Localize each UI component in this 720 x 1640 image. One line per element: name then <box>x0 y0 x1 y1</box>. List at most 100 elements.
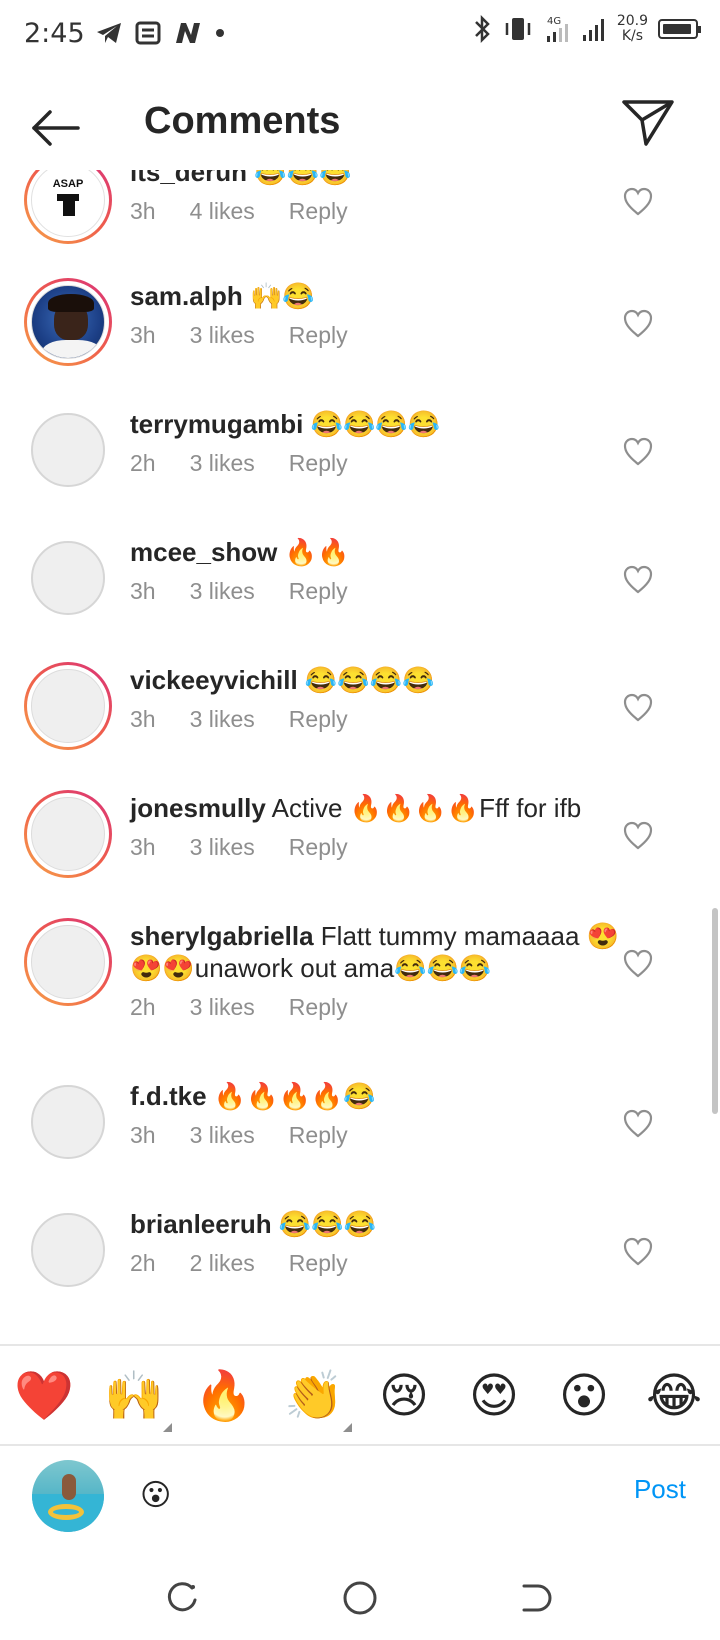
emoji-quick-bar: ❤️ 🙌 🔥 👏 😢 😍 😮 😂 <box>0 1346 720 1442</box>
scrollbar[interactable] <box>712 908 718 1114</box>
comment-text: f.d.tke 🔥🔥🔥🔥😂 <box>130 1080 630 1112</box>
comment-username[interactable]: terrymugambi <box>130 409 303 439</box>
status-system-icons: 4G 20.9 K/s <box>471 13 701 44</box>
like-heart-icon[interactable] <box>622 186 654 218</box>
comment-message: 😂😂😂😂 <box>310 409 441 439</box>
emoji-surprised-button[interactable]: 😮 <box>554 1366 614 1426</box>
status-time: 2:45 <box>24 17 85 49</box>
default-avatar <box>31 1213 105 1287</box>
avatar[interactable] <box>24 918 112 1006</box>
comments-list[interactable]: ASAP its_derun 😂😂😂 3h 4 likes Reply sam.al… <box>0 170 720 1342</box>
comment-time: 3h <box>130 322 156 348</box>
reply-button[interactable]: Reply <box>289 450 348 477</box>
divider <box>0 1444 720 1446</box>
avatar[interactable] <box>24 534 112 622</box>
avatar[interactable] <box>24 406 112 494</box>
comment-text: mcee_show 🔥🔥 <box>130 536 630 568</box>
comment-likes[interactable]: 4 likes <box>190 198 255 225</box>
like-heart-icon[interactable] <box>622 436 654 468</box>
profile-photo-avatar <box>31 285 105 359</box>
like-heart-icon[interactable] <box>622 308 654 340</box>
comment-likes[interactable]: 3 likes <box>190 706 255 733</box>
reply-button[interactable]: Reply <box>289 994 348 1021</box>
net-speed-value: 20.9 <box>616 13 648 29</box>
avatar[interactable] <box>24 1206 112 1294</box>
home-circle-icon[interactable] <box>340 1578 380 1618</box>
like-heart-icon[interactable] <box>622 564 654 596</box>
comment-likes[interactable]: 3 likes <box>190 994 255 1021</box>
comment-message: 😂😂😂😂 <box>304 665 435 695</box>
back-button[interactable] <box>28 100 84 156</box>
emoji-fire-button[interactable]: 🔥 <box>194 1366 254 1426</box>
page-title: Comments <box>144 100 341 142</box>
emoji-raised-hands-button[interactable]: 🙌 <box>104 1366 172 1432</box>
comment-message: 🔥🔥🔥🔥😂 <box>213 1081 376 1111</box>
comment-likes[interactable]: 3 likes <box>190 450 255 477</box>
comment-likes[interactable]: 3 likes <box>190 1122 255 1149</box>
reply-button[interactable]: Reply <box>289 706 348 733</box>
like-heart-icon[interactable] <box>622 948 654 980</box>
signal-icon <box>582 19 604 41</box>
comment-username[interactable]: brianleeruh <box>130 1209 272 1239</box>
comment-likes[interactable]: 3 likes <box>190 322 255 349</box>
comment-likes[interactable]: 2 likes <box>190 1250 255 1277</box>
emoji-heart-eyes-button[interactable]: 😍 <box>464 1366 524 1426</box>
avatar[interactable] <box>24 1078 112 1166</box>
like-heart-icon[interactable] <box>622 1108 654 1140</box>
comment-time: 2h <box>130 450 156 476</box>
compose-bar: 😮 Post <box>0 1448 720 1558</box>
recent-apps-icon[interactable] <box>162 1578 202 1618</box>
dot-icon <box>215 29 224 37</box>
battery-icon <box>658 19 701 39</box>
default-avatar <box>31 1085 105 1159</box>
comment-message: 😂😂😂 <box>254 170 352 187</box>
back-nav-icon[interactable] <box>518 1578 558 1618</box>
avatar[interactable] <box>24 278 112 366</box>
like-heart-icon[interactable] <box>622 692 654 724</box>
comment-username[interactable]: mcee_show <box>130 537 277 567</box>
avatar[interactable] <box>24 662 112 750</box>
comment-likes[interactable]: 3 likes <box>190 578 255 605</box>
comment-username[interactable]: f.d.tke <box>130 1081 207 1111</box>
emoji-heart-button[interactable]: ❤️ <box>14 1366 74 1426</box>
avatar[interactable]: ASAP <box>24 170 112 244</box>
comment-likes[interactable]: 3 likes <box>190 834 255 861</box>
reply-button[interactable]: Reply <box>289 198 348 225</box>
comment-username[interactable]: vickeeyvichill <box>130 665 298 695</box>
share-button[interactable] <box>620 94 676 150</box>
comment-time: 3h <box>130 834 156 860</box>
comment-time: 3h <box>130 706 156 732</box>
comment-username[interactable]: jonesmully <box>130 793 266 823</box>
post-button[interactable]: Post <box>634 1474 686 1505</box>
system-nav-bar <box>0 1558 720 1640</box>
like-heart-icon[interactable] <box>622 1236 654 1268</box>
reply-button[interactable]: Reply <box>289 834 348 861</box>
reply-button[interactable]: Reply <box>289 578 348 605</box>
emoji-clap-button[interactable]: 👏 <box>284 1366 352 1432</box>
comment-username[interactable]: its_derun <box>130 170 247 187</box>
avatar[interactable] <box>24 790 112 878</box>
news-icon <box>135 21 161 45</box>
back-arrow-icon <box>32 110 80 146</box>
comment-message: 🙌😂 <box>249 281 315 311</box>
reply-button[interactable]: Reply <box>289 1250 348 1277</box>
comment-time: 3h <box>130 1122 156 1148</box>
comment-time: 2h <box>130 1250 156 1276</box>
comment-username[interactable]: sam.alph <box>130 281 243 311</box>
emoji-crying-button[interactable]: 😢 <box>374 1366 434 1426</box>
comment-text: its_derun 😂😂😂 <box>130 170 630 188</box>
comment-text: brianleeruh 😂😂😂 <box>130 1208 630 1240</box>
reply-button[interactable]: Reply <box>289 322 348 349</box>
header: Comments <box>0 70 720 180</box>
reply-button[interactable]: Reply <box>289 1122 348 1149</box>
default-avatar <box>31 925 105 999</box>
default-avatar <box>31 669 105 743</box>
default-avatar <box>31 541 105 615</box>
comment-message: 😂😂😂 <box>278 1209 376 1239</box>
comment-meta: 3h 3 likes Reply <box>130 834 630 861</box>
comment-username[interactable]: sherylgabriella <box>130 921 314 951</box>
emoji-laughing-button[interactable]: 😂 <box>644 1366 704 1426</box>
signal-4g-icon: 4G <box>546 16 568 42</box>
like-heart-icon[interactable] <box>622 820 654 852</box>
comment-input[interactable]: 😮 <box>140 1476 171 1516</box>
